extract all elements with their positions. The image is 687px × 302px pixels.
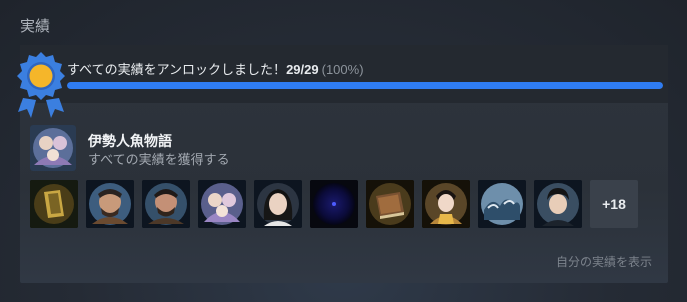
bearded-man-smile-achievement-icon[interactable] [142, 180, 190, 228]
progress-count: 29/29 [286, 62, 319, 77]
progress-percent: (100%) [321, 62, 364, 77]
young-man-achievement-icon[interactable] [534, 180, 582, 228]
dark-orb-achievement-icon[interactable] [310, 180, 358, 228]
gold-crest-achievement-icon[interactable] [30, 180, 78, 228]
more-achievements-button[interactable]: +18 [590, 180, 638, 228]
wave-crest-achievement-icon[interactable] [478, 180, 526, 228]
old-book-achievement-icon[interactable] [366, 180, 414, 228]
progress-bar [67, 82, 663, 89]
dark-haired-girl-achievement-icon[interactable] [254, 180, 302, 228]
show-my-achievements-link[interactable]: 自分の実績を表示 [556, 253, 652, 270]
mermaid-group-achievement-icon[interactable] [198, 180, 246, 228]
medal-icon [17, 52, 65, 118]
progress-bar-fill [67, 82, 663, 89]
kimono-woman-achievement-icon[interactable] [422, 180, 470, 228]
progress-message: すべての実績をアンロックしました！ [67, 62, 287, 77]
game-icon[interactable] [30, 125, 76, 171]
bearded-man-achievement-icon[interactable] [86, 180, 134, 228]
game-subtitle: すべての実績を獲得する [88, 152, 230, 167]
progress-text: すべての実績をアンロックしました！29/29 (100%) [67, 59, 364, 78]
achievements-section-title: 実績 [20, 18, 51, 35]
game-title[interactable]: 伊勢人魚物語 [88, 131, 172, 151]
